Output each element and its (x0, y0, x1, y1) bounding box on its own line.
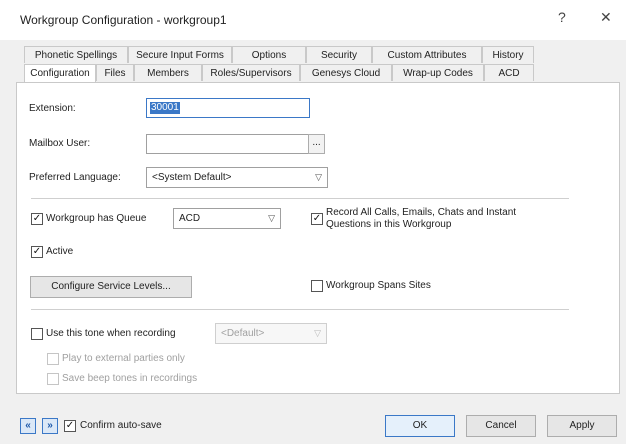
workgroup-spans-sites-checkbox[interactable] (311, 280, 323, 292)
tab-custom-attributes[interactable]: Custom Attributes (372, 46, 482, 63)
record-all-label-line1: Record All Calls, Emails, Chats and Inst… (326, 207, 517, 218)
tab-secure-input-forms[interactable]: Secure Input Forms (128, 46, 232, 63)
tab-members[interactable]: Members (134, 64, 202, 81)
tab-history[interactable]: History (482, 46, 534, 63)
preferred-language-select[interactable]: <System Default> ▽ (146, 167, 328, 188)
active-label: Active (46, 246, 74, 257)
help-icon[interactable]: ? (558, 9, 566, 25)
confirm-auto-save-checkbox[interactable]: ✓ (64, 420, 76, 432)
next-icon[interactable]: » (42, 418, 58, 434)
workgroup-config-dialog: Workgroup Configuration - workgroup1 ? ✕… (0, 0, 626, 444)
preferred-language-label: Preferred Language: (29, 172, 121, 183)
mailbox-user-label: Mailbox User: (29, 138, 91, 149)
extension-input[interactable]: 30001 (146, 98, 310, 118)
configuration-panel: Extension: 30001 Mailbox User: ... Prefe… (16, 82, 620, 394)
tab-genesys-cloud[interactable]: Genesys Cloud (300, 64, 392, 81)
confirm-auto-save-label: Confirm auto-save (80, 420, 162, 431)
tone-value: <Default> (221, 328, 265, 339)
tab-wrap-up-codes[interactable]: Wrap-up Codes (392, 64, 484, 81)
close-icon[interactable]: ✕ (600, 9, 612, 26)
tab-security[interactable]: Security (306, 46, 372, 63)
check-icon: ✓ (32, 213, 42, 224)
ok-button[interactable]: OK (385, 415, 455, 437)
tab-options[interactable]: Options (232, 46, 306, 63)
tab-files[interactable]: Files (96, 64, 134, 81)
tab-row-2: Configuration Files Members Roles/Superv… (24, 64, 534, 83)
play-external-checkbox[interactable] (47, 353, 59, 365)
cancel-button[interactable]: Cancel (466, 415, 536, 437)
chevron-down-icon: ▽ (268, 213, 275, 223)
extension-value: 30001 (150, 102, 180, 114)
previous-icon[interactable]: « (20, 418, 36, 434)
record-all-label-line2: Questions in this Workgroup (326, 219, 452, 230)
use-tone-checkbox[interactable] (31, 328, 43, 340)
check-icon: ✓ (32, 246, 42, 257)
preferred-language-value: <System Default> (152, 172, 232, 183)
record-all-checkbox[interactable]: ✓ (311, 213, 323, 225)
mailbox-user-input[interactable] (146, 134, 310, 154)
mailbox-browse-button[interactable]: ... (308, 134, 325, 154)
tab-row-1: Phonetic Spellings Secure Input Forms Op… (24, 46, 534, 64)
tab-acd[interactable]: ACD (484, 64, 534, 81)
workgroup-has-queue-checkbox[interactable]: ✓ (31, 213, 43, 225)
configure-service-levels-button[interactable]: Configure Service Levels... (30, 276, 192, 298)
use-tone-label: Use this tone when recording (46, 328, 176, 339)
chevron-down-icon: ▽ (315, 172, 322, 182)
workgroup-spans-sites-label: Workgroup Spans Sites (326, 280, 431, 291)
separator-2 (31, 309, 569, 310)
window-title: Workgroup Configuration - workgroup1 (20, 13, 227, 27)
check-icon: ✓ (65, 420, 75, 431)
play-external-label: Play to external parties only (62, 353, 185, 364)
active-checkbox[interactable]: ✓ (31, 246, 43, 258)
tone-select[interactable]: <Default> ▽ (215, 323, 327, 344)
check-icon: ✓ (312, 213, 322, 224)
extension-label: Extension: (29, 103, 76, 114)
apply-button[interactable]: Apply (547, 415, 617, 437)
tab-phonetic-spellings[interactable]: Phonetic Spellings (24, 46, 128, 63)
save-beep-checkbox[interactable] (47, 373, 59, 385)
queue-type-value: ACD (179, 213, 201, 224)
title-bar: Workgroup Configuration - workgroup1 ? ✕ (0, 0, 626, 40)
tab-roles-supervisors[interactable]: Roles/Supervisors (202, 64, 300, 81)
chevron-down-icon: ▽ (314, 328, 321, 338)
separator-1 (31, 198, 569, 199)
tab-configuration[interactable]: Configuration (24, 64, 96, 83)
queue-type-select[interactable]: ACD ▽ (173, 208, 281, 229)
save-beep-label: Save beep tones in recordings (62, 373, 198, 384)
workgroup-has-queue-label: Workgroup has Queue (46, 213, 147, 224)
